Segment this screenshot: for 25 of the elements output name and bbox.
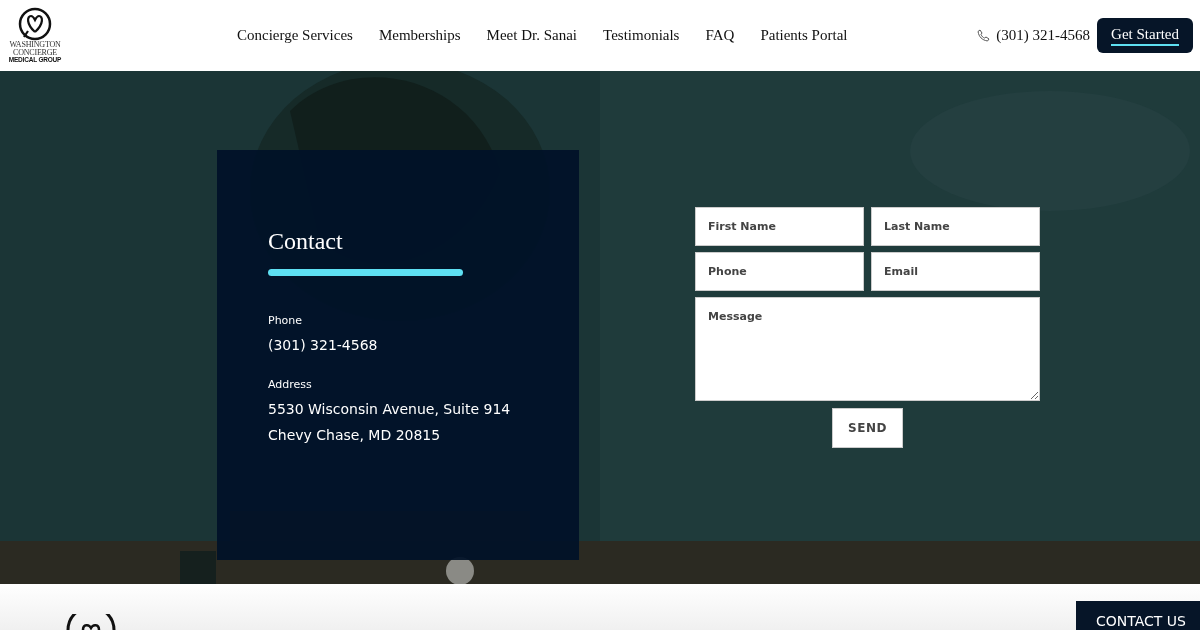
message-field[interactable]: Message — [695, 297, 1040, 401]
send-button[interactable]: SEND — [832, 408, 903, 448]
logo-text: WASHINGTON — [9, 41, 61, 50]
nav-link[interactable]: Meet Dr. Sanai — [486, 27, 577, 44]
input-field[interactable]: Email — [871, 252, 1040, 291]
nav-link[interactable]: Testimonials — [603, 27, 680, 44]
input-field[interactable]: First Name — [695, 207, 864, 246]
logo-icon — [65, 614, 117, 630]
nav-link[interactable]: Memberships — [378, 27, 461, 44]
info-label: Phone — [268, 314, 304, 327]
contact-us-button[interactable]: CONTACT US — [1076, 601, 1200, 630]
nav-link[interactable]: Concierge Services — [237, 27, 353, 44]
phone-icon — [977, 29, 991, 42]
phone-number[interactable]: (301) 321-4568 — [996, 27, 1091, 44]
info-value: 5530 Wisconsin Avenue, Suite 914 — [268, 400, 512, 419]
contact-heading: Contact — [268, 228, 344, 255]
input-field[interactable]: Phone — [695, 252, 864, 291]
logo-text: CONCIERGE — [13, 49, 57, 58]
info-label: Address — [268, 378, 313, 391]
get-started-button[interactable]: Get Started — [1097, 18, 1193, 53]
info-value: (301) 321-4568 — [268, 336, 379, 355]
info-value: Chevy Chase, MD 20815 — [268, 426, 442, 445]
nav-link[interactable]: FAQ — [705, 27, 735, 44]
input-field[interactable]: Last Name — [871, 207, 1040, 246]
nav-link[interactable]: Patients Portal — [760, 27, 848, 44]
